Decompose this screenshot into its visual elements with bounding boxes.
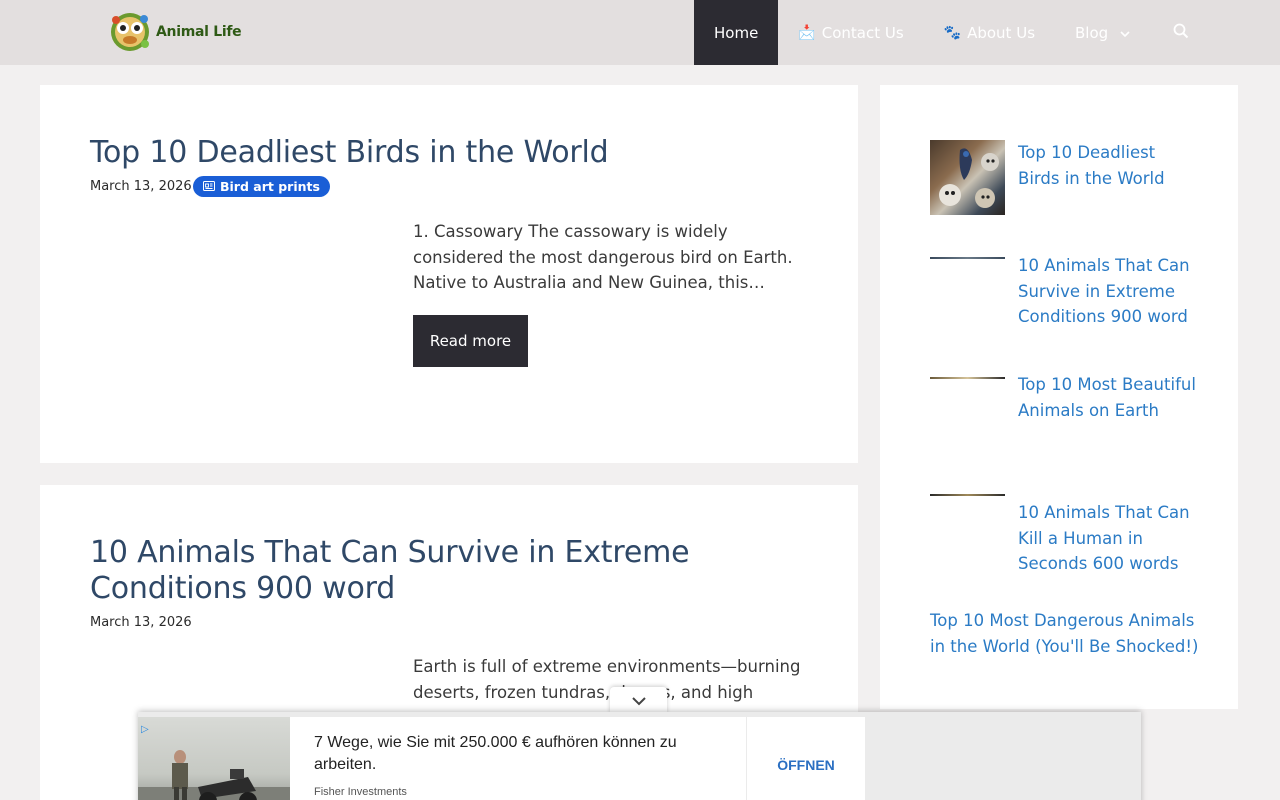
- post-date: March 13, 2026: [90, 615, 192, 630]
- ad-info-icon[interactable]: ▷: [141, 724, 149, 735]
- post-card: Top 10 Deadliest Birds in the World Marc…: [40, 85, 858, 463]
- sidebar-item-label[interactable]: Top 10 Deadliest Birds in the World: [1018, 140, 1198, 191]
- post-thumbnail[interactable]: [930, 377, 1005, 379]
- ad-image[interactable]: ▷: [138, 717, 290, 800]
- ad-title[interactable]: 7 Wege, wie Sie mit 250.000 € aufhören k…: [314, 732, 734, 776]
- post-title[interactable]: Top 10 Deadliest Birds in the World: [90, 135, 609, 171]
- logo-text: Animal Life: [156, 24, 242, 40]
- nav-home-label: Home: [714, 23, 759, 42]
- post-excerpt: 1. Cassowary The cassowary is widely con…: [413, 222, 793, 292]
- ad-banner[interactable]: ▷ 7 Wege, wie Sie mit 250.000 € aufhören…: [138, 712, 1141, 800]
- nav-contact-us[interactable]: 📩 Contact Us: [778, 0, 923, 65]
- post-thumbnail[interactable]: [930, 257, 1005, 259]
- sidebar-item-label[interactable]: Top 10 Most Beautiful Animals on Earth: [1018, 372, 1198, 423]
- search-icon: [1173, 23, 1189, 43]
- post-date: March 13, 2026: [90, 179, 192, 194]
- category-badge[interactable]: Bird art prints: [193, 176, 330, 197]
- category-badge-label: Bird art prints: [220, 179, 320, 194]
- main-nav: Home 📩 Contact Us 🐾 About Us Blog: [694, 0, 1212, 65]
- recent-posts-sidebar: Top 10 Deadliest Birds in the World 10 A…: [880, 85, 1238, 709]
- search-button[interactable]: [1150, 0, 1212, 65]
- sidebar-item-label[interactable]: 10 Animals That Can Survive in Extreme C…: [1018, 253, 1198, 330]
- ad-open-button[interactable]: ÖFFNEN: [747, 717, 865, 800]
- site-header: Animal Life Home 📩 Contact Us 🐾 About Us…: [0, 0, 1280, 65]
- chevron-down-icon: [631, 691, 647, 710]
- nav-about-label: About Us: [967, 23, 1036, 42]
- sidebar-item-label[interactable]: 10 Animals That Can Kill a Human in Seco…: [1018, 500, 1198, 577]
- ad-sponsor: Fisher Investments: [314, 786, 407, 798]
- read-more-button[interactable]: Read more: [413, 315, 528, 367]
- envelope-icon: 📩: [798, 24, 816, 41]
- post-title[interactable]: 10 Animals That Can Survive in Extreme C…: [90, 535, 730, 607]
- logo-icon: [108, 10, 152, 54]
- ad-collapse-button[interactable]: [610, 687, 667, 714]
- post-thumbnail[interactable]: [930, 494, 1005, 496]
- newspaper-icon: [203, 179, 215, 194]
- nav-blog-label: Blog: [1075, 23, 1109, 42]
- nav-blog[interactable]: Blog: [1055, 0, 1150, 65]
- ad-content[interactable]: 7 Wege, wie Sie mit 250.000 € aufhören k…: [290, 717, 746, 800]
- sidebar-item-label[interactable]: Top 10 Most Dangerous Animals in the Wor…: [930, 608, 1200, 659]
- chevron-down-icon: [1120, 24, 1130, 42]
- nav-about-us[interactable]: 🐾 About Us: [924, 0, 1055, 65]
- post-thumbnail[interactable]: [930, 140, 1005, 215]
- nav-contact-label: Contact Us: [821, 23, 904, 42]
- paw-icon: 🐾: [943, 24, 962, 41]
- site-logo[interactable]: Animal Life: [108, 10, 242, 54]
- nav-home[interactable]: Home: [694, 0, 779, 65]
